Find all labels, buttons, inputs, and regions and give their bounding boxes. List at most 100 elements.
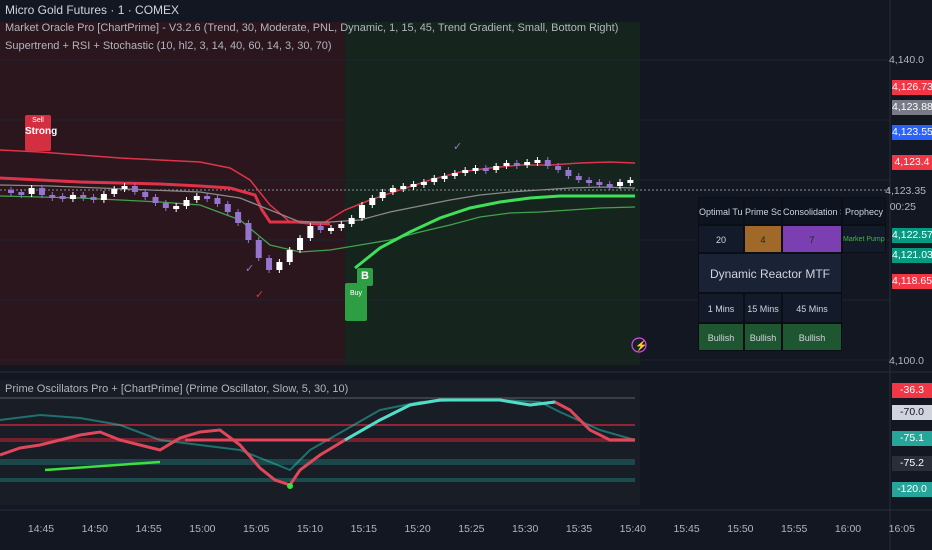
candle-body — [379, 192, 386, 198]
time-axis-label: 15:25 — [458, 523, 485, 535]
candle-body — [90, 197, 97, 200]
time-axis-label: 16:00 — [834, 523, 862, 535]
candle-body — [451, 173, 458, 176]
indicator-legend-prime-oscillator[interactable]: Prime Oscillators Pro + [ChartPrime] (Pr… — [5, 383, 348, 395]
time-axis-label: 15:15 — [350, 523, 377, 535]
prophecy-value: Market Pumps — [842, 225, 886, 253]
candle-body — [100, 194, 107, 200]
consolidation-score-value: 7 — [782, 225, 842, 253]
candle-body — [183, 200, 190, 206]
candle-body — [38, 188, 45, 195]
candle-body — [59, 196, 66, 199]
mtf-value-1min: Bullish — [698, 323, 744, 351]
time-axis-label: 15:50 — [727, 523, 754, 535]
candle-body — [524, 162, 531, 165]
candle-body — [193, 196, 200, 200]
candle-body — [606, 184, 613, 187]
oscillator-tag: -75.1 — [892, 431, 932, 446]
check-mark-icon: ✓ — [453, 141, 462, 153]
candle-body — [297, 238, 304, 250]
table-header: Consolidation Score — [782, 197, 842, 225]
candle-body — [534, 160, 541, 163]
price-tag: 4,123.88 — [892, 100, 932, 115]
candle-body — [49, 195, 56, 198]
candle-body — [245, 223, 252, 240]
chart-area[interactable]: ✓ ✓ ✓ ⚡ Micro Gold Futures · 1 · COMEX M… — [0, 0, 932, 550]
oscillator-tag: -120.0 — [892, 482, 932, 497]
candle-body — [400, 186, 407, 189]
candle-body — [627, 180, 634, 183]
table-header: Optimal Tuning — [698, 197, 744, 225]
mtf-title: Dynamic Reactor MTF — [698, 253, 842, 293]
time-axis-label: 16:05 — [888, 523, 915, 535]
candle-body — [162, 203, 169, 208]
candle-body — [121, 186, 128, 189]
countdown-timer: 00:25 — [889, 201, 916, 213]
lightning-bolt-glyph: ⚡ — [635, 339, 647, 352]
table-header: Prophecy — [842, 197, 886, 225]
oscillator-tag: -36.3 — [892, 383, 932, 398]
candle-body — [513, 163, 520, 166]
candle-body — [235, 212, 242, 223]
candle-body — [276, 262, 283, 270]
candle-body — [204, 196, 211, 199]
price-axis-top: 4,140.0 — [888, 54, 924, 66]
check-mark-icon: ✓ — [255, 289, 264, 301]
candle-body — [69, 195, 76, 199]
candle-body — [111, 189, 118, 194]
price-tag: 4,121.03 — [892, 248, 932, 263]
candle-body — [152, 197, 159, 203]
time-axis-label: 15:55 — [781, 523, 808, 535]
price-tag: 4,123.4 — [892, 155, 932, 170]
candle-body — [462, 170, 469, 173]
candle-body — [441, 176, 448, 179]
oscillator-shade — [0, 380, 640, 505]
indicator-legend-market-oracle[interactable]: Market Oracle Pro [ChartPrime] - V3.2.6 … — [5, 22, 618, 34]
symbol-title[interactable]: Micro Gold Futures · 1 · COMEX — [5, 3, 179, 17]
strong-label: Strong — [25, 126, 58, 137]
candle-body — [142, 192, 149, 197]
candle-body — [410, 184, 417, 187]
candle-body — [80, 195, 87, 198]
time-axis-label: 15:00 — [189, 523, 216, 535]
candle-body — [617, 182, 624, 186]
time-axis-label: 15:10 — [296, 523, 324, 535]
time-axis-label: 14:55 — [135, 523, 162, 535]
candle-body — [358, 205, 365, 218]
candle-body — [555, 166, 562, 170]
candle-body — [255, 240, 262, 258]
buy-signal-marker[interactable] — [345, 283, 367, 321]
candle-body — [28, 188, 35, 194]
sell-small-label: Sell — [32, 117, 44, 124]
candle-body — [503, 163, 510, 166]
price-tag: 4,122.57 — [892, 228, 932, 243]
mtf-header-1min: 1 Mins — [698, 293, 744, 323]
oscillator-dot — [287, 483, 293, 489]
candle-body — [348, 218, 355, 224]
candle-body — [8, 190, 14, 193]
candle-body — [173, 206, 180, 209]
optimal-tuning-value: 20 — [698, 225, 744, 253]
time-axis-label: 14:45 — [27, 523, 55, 535]
candle-body — [224, 204, 231, 212]
time-axis-label: 14:50 — [81, 523, 108, 535]
candle-body — [307, 226, 314, 238]
oscillator-tag: -75.2 — [892, 456, 932, 471]
candle-body — [586, 180, 593, 183]
candle-body — [286, 250, 293, 262]
time-axis-label: 15:45 — [673, 523, 700, 535]
candle-body — [544, 160, 551, 166]
indicator-legend-supertrend[interactable]: Supertrend + RSI + Stochastic (10, hl2, … — [5, 40, 332, 52]
oscillator-tag: -70.0 — [892, 405, 932, 420]
candle-body — [214, 198, 221, 204]
time-axis-label: 15:20 — [404, 523, 431, 535]
price-axis-bottom: 4,100.0 — [888, 355, 924, 367]
candle-body — [472, 168, 479, 171]
candle-body — [328, 228, 334, 231]
check-mark-icon: ✓ — [245, 263, 254, 275]
price-tag: 4,126.73 — [892, 80, 932, 95]
price-tag: 4,118.65 — [892, 274, 932, 289]
candle-body — [431, 178, 438, 182]
candle-body — [317, 226, 324, 230]
time-axis-label: 15:35 — [565, 523, 593, 535]
